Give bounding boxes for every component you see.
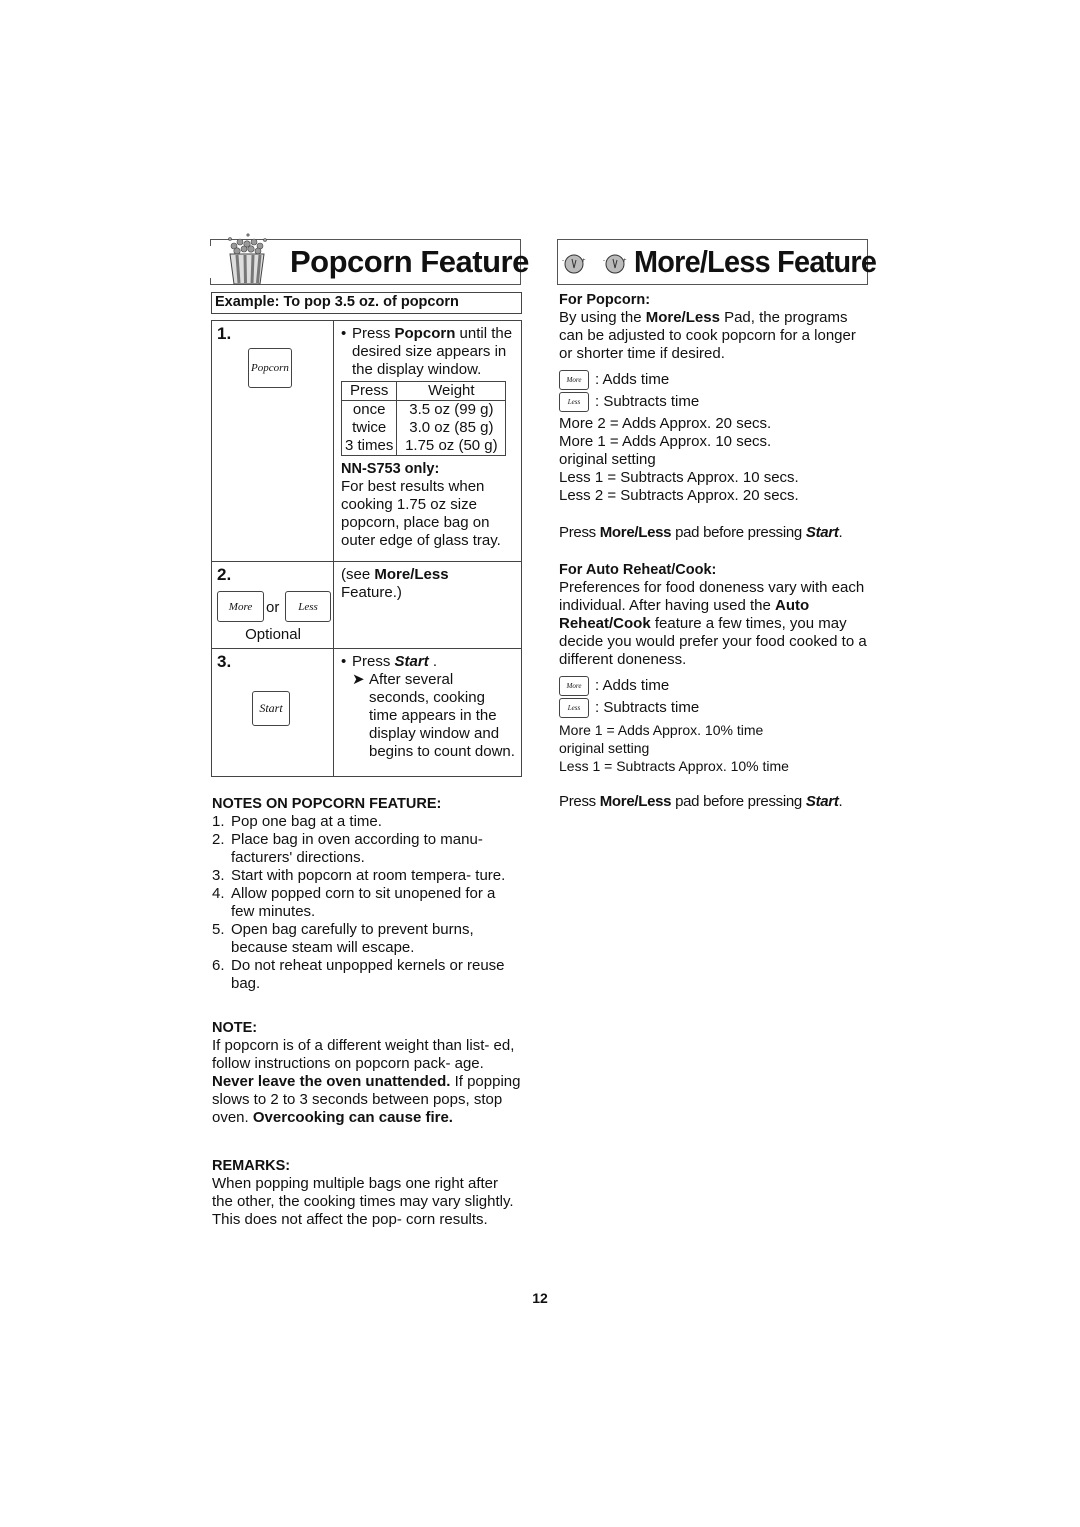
popcorn-remarks: REMARKS: When popping multiple bags one …: [212, 1158, 514, 1228]
example-heading: Example: To pop 3.5 oz. of popcorn: [211, 292, 522, 314]
auto-levels: More 1 = Adds Approx. 10% time original …: [559, 722, 789, 774]
page-number: 12: [532, 1290, 548, 1306]
note-item: 6. Do not reheat unpopped kernels or reus…: [212, 957, 505, 992]
step-3: 3. Start • Press Start . ➤ After several…: [212, 648, 521, 776]
notes-list: 1. Pop one bag at a time. 2. Place bag in o…: [212, 813, 522, 993]
note-item: 5. Open bag carefully to prevent burns, b…: [212, 921, 474, 956]
note-item: 2. Place bag in oven according to manu- f…: [212, 831, 483, 866]
popcorn-feature-title: Popcorn Feature: [290, 244, 529, 279]
less-pad-icon: Less: [559, 392, 589, 412]
note-item: 4. Allow popped corn to sit unopened for …: [212, 885, 496, 920]
less-pad-icon: Less: [285, 591, 331, 622]
svg-text:-: -: [562, 258, 564, 264]
legend-more: More: Adds time: [559, 369, 871, 391]
plus-dial-icon: - +: [603, 254, 627, 274]
optional-label: Optional: [245, 626, 301, 643]
popcorn-pad-icon: Popcorn: [248, 348, 292, 388]
arrow-icon: ➤: [352, 671, 365, 688]
legend-less: Less: Subtracts time: [559, 697, 871, 719]
more-pad-icon: More: [559, 676, 589, 696]
popcorn-weight-table: Press Weight once 3.5 oz (99 g) twice 3.0 o…: [340, 381, 507, 456]
step-2: 2. More or Less Optional (see More/Less …: [212, 561, 521, 648]
more-pad-icon: More: [217, 591, 264, 622]
popcorn-steps-table: 1. Popcorn • Press Popcorn until the des…: [211, 320, 522, 777]
popcorn-notes: NOTES ON POPCORN FEATURE: 1. Pop one bag …: [212, 795, 522, 993]
popcorn-levels: More 2 = Adds Approx. 20 secs. More 1 = …: [559, 415, 799, 504]
popcorn-warning-note: NOTE: If popcorn is of a different weigh…: [212, 1020, 521, 1126]
start-pad-icon: Start: [252, 691, 290, 726]
notes-heading: NOTES ON POPCORN FEATURE:: [212, 796, 442, 812]
more-pad-icon: More: [559, 370, 589, 390]
model-note-title: NN-S753 only:: [341, 461, 440, 477]
for-auto-reheat-section: For Auto Reheat/Cook: Preferences for fo…: [559, 561, 871, 811]
less-pad-icon: Less: [559, 698, 589, 718]
auto-press-instruction: Press More/Less pad before pressing Star…: [559, 793, 843, 810]
svg-text:-: -: [603, 258, 605, 264]
minus-dial-icon: - +: [562, 254, 586, 274]
step-number: 3.: [217, 652, 232, 671]
model-note-text: For best results when cooking 1.75 oz si…: [341, 478, 501, 549]
legend-less: Less: Subtracts time: [559, 391, 871, 413]
for-popcorn-section: For Popcorn: By using the More/Less Pad,…: [559, 291, 871, 542]
svg-text:+: +: [623, 258, 627, 264]
step-1: 1. Popcorn • Press Popcorn until the des…: [212, 321, 521, 561]
legend-more: More: Adds time: [559, 675, 871, 697]
moreless-feature-title: More/Less Feature: [634, 244, 877, 279]
svg-text:+: +: [582, 258, 586, 264]
popcorn-bucket-icon: [228, 233, 267, 285]
step-number: 1.: [217, 324, 232, 343]
step-number: 2.: [217, 565, 232, 584]
note-item: 1. Pop one bag at a time.: [212, 813, 382, 830]
note-item: 3. Start with popcorn at room tempera- tu…: [212, 867, 506, 884]
popcorn-press-instruction: Press More/Less pad before pressing Star…: [559, 524, 843, 541]
